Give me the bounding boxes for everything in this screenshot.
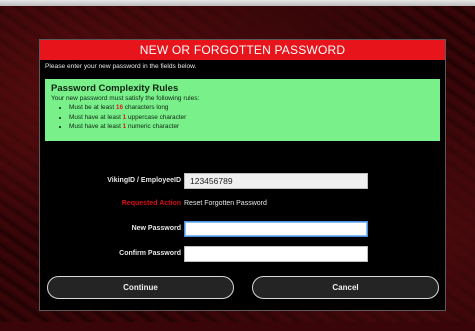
- continue-button[interactable]: Continue: [47, 276, 234, 299]
- rules-heading: Password Complexity Rules: [51, 83, 179, 94]
- new-password-field[interactable]: [184, 221, 368, 237]
- rule-item-uppercase: Must have at least 1 uppercase character: [69, 113, 434, 123]
- cancel-button[interactable]: Cancel: [252, 276, 439, 299]
- confirm-password-field[interactable]: [184, 246, 368, 262]
- rule-item-length: Must be at least 16 characters long: [69, 103, 434, 113]
- rule-text: Must have at least: [69, 123, 123, 130]
- new-password-row: New Password: [40, 221, 445, 237]
- rule-text: numeric character: [126, 123, 180, 130]
- rule-text: Must be at least: [69, 104, 116, 111]
- password-dialog: NEW OR FORGOTTEN PASSWORD Please enter y…: [39, 39, 446, 311]
- rule-text: characters long: [123, 104, 169, 111]
- browser-top-bar: [0, 0, 475, 6]
- page-bottom-strip: [0, 322, 475, 331]
- new-password-label: New Password: [131, 225, 181, 232]
- viking-id-field[interactable]: [184, 173, 368, 189]
- viking-id-row: VikingID / EmployeeID: [40, 173, 445, 189]
- rules-list: Must be at least 16 characters long Must…: [51, 103, 434, 132]
- dialog-title: NEW OR FORGOTTEN PASSWORD: [40, 40, 445, 60]
- rule-text: Must have at least: [69, 113, 123, 121]
- requested-action-row: Requested Action Reset Forgotten Passwor…: [40, 196, 445, 212]
- viking-id-label: VikingID / EmployeeID: [107, 177, 181, 184]
- rules-intro: Your new password must satisfy the follo…: [51, 95, 200, 102]
- confirm-password-row: Confirm Password: [40, 246, 445, 262]
- rule-item-numeric: Must have at least 1 numeric character: [69, 122, 434, 132]
- dialog-instructions: Please enter your new password in the fi…: [45, 63, 197, 70]
- rule-text: uppercase character: [126, 113, 187, 121]
- requested-action-value: Reset Forgotten Password: [184, 200, 267, 207]
- password-rules-panel: Password Complexity Rules Your new passw…: [45, 79, 440, 141]
- confirm-password-label: Confirm Password: [119, 250, 181, 257]
- rule-number: 16: [115, 104, 123, 111]
- requested-action-label: Requested Action: [121, 200, 181, 207]
